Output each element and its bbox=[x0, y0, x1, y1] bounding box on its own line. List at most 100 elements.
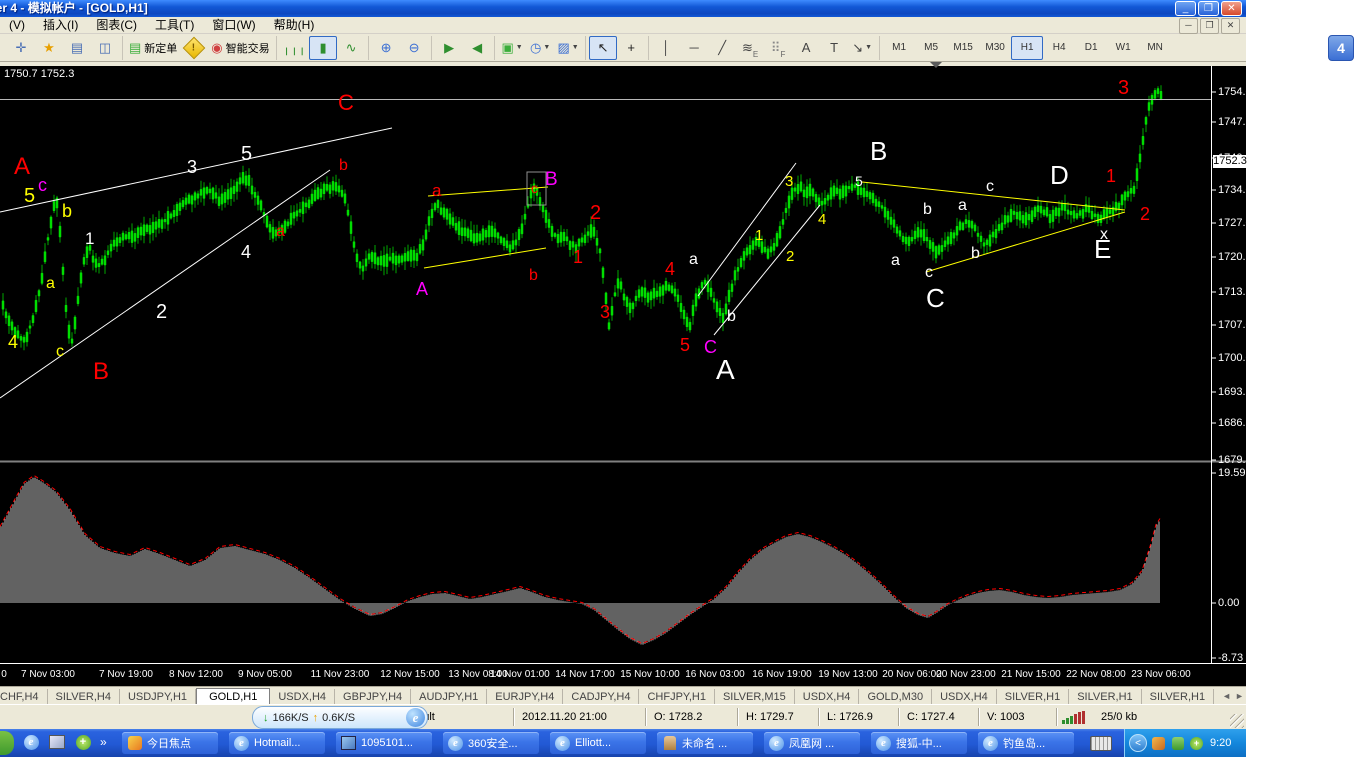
chart-top-edge bbox=[0, 62, 1246, 68]
minimize-button[interactable]: _ bbox=[1175, 1, 1196, 16]
chart-tab-eurjpy-h4[interactable]: EURJPY,H4 bbox=[487, 689, 564, 705]
line-chart-icon[interactable]: ∿ bbox=[337, 36, 365, 60]
chart-tab-cadjpy-h4[interactable]: CADJPY,H4 bbox=[563, 689, 640, 705]
desktop-badge-4[interactable]: 4 bbox=[1328, 35, 1354, 61]
profiles-icon[interactable]: ▣ ▼ bbox=[498, 36, 526, 60]
mdi-close-button[interactable]: ✕ bbox=[1221, 18, 1240, 34]
chart-shift-icon[interactable]: ◀ bbox=[463, 36, 491, 60]
chart-tab-silver-h4[interactable]: SILVER,H4 bbox=[48, 689, 120, 705]
grid-icon[interactable]: ⠿ F bbox=[764, 36, 792, 60]
timeframe-m1[interactable]: M1 bbox=[883, 36, 915, 60]
tab-scroll-right[interactable]: ► bbox=[1235, 691, 1244, 701]
chart-tab-usdx-h4[interactable]: USDX,H4 bbox=[932, 689, 997, 705]
taskbar-button-2[interactable]: 1095101... bbox=[336, 732, 432, 754]
menu-item-5[interactable]: 帮助(H) bbox=[265, 17, 324, 33]
text-label-icon[interactable]: T bbox=[820, 36, 848, 60]
market-watch-icon[interactable]: ▤ bbox=[63, 36, 91, 60]
taskbar-button-8[interactable]: e 钓鱼岛... bbox=[978, 732, 1074, 754]
show-desktop-icon[interactable] bbox=[48, 733, 66, 751]
menu-item-2[interactable]: 图表(C) bbox=[87, 17, 146, 33]
timeframe-h4[interactable]: H4 bbox=[1043, 36, 1075, 60]
resize-grip[interactable] bbox=[1230, 714, 1244, 728]
close-button[interactable]: ✕ bbox=[1221, 1, 1242, 16]
chart-tab-usdx-h4[interactable]: USDX,H4 bbox=[270, 689, 336, 705]
time-label: 20 Nov 06:00 bbox=[882, 669, 942, 680]
wave-label: b bbox=[529, 267, 538, 284]
timeframe-d1[interactable]: D1 bbox=[1075, 36, 1107, 60]
chart-tab-gold-m30[interactable]: GOLD,M30 bbox=[859, 689, 933, 705]
restore-button[interactable]: ❐ bbox=[1198, 1, 1219, 16]
taskbar-button-4[interactable]: e Elliott... bbox=[550, 732, 646, 754]
new-order-icon[interactable]: ▤ 新定单 bbox=[126, 36, 180, 60]
axis-label: 1693.5 bbox=[1218, 386, 1252, 398]
periods-icon[interactable]: ◷ ▼ bbox=[526, 36, 554, 60]
time-label: 22 Nov 08:00 bbox=[1066, 669, 1126, 680]
zoom-in-icon[interactable]: ⊕ bbox=[372, 36, 400, 60]
360-tray-icon[interactable]: + bbox=[1189, 736, 1204, 751]
crosshair-icon[interactable]: + bbox=[617, 36, 645, 60]
quicklaunch-overflow-chevron[interactable]: » bbox=[100, 735, 107, 749]
chart-tab-silver-h1[interactable]: SILVER,H1 bbox=[997, 689, 1070, 705]
timeframe-mn[interactable]: MN bbox=[1139, 36, 1171, 60]
menu-item-3[interactable]: 工具(T) bbox=[146, 17, 203, 33]
taskbar-button-7[interactable]: e 搜狐-中... bbox=[871, 732, 967, 754]
auto-scroll-icon[interactable]: ▶ bbox=[435, 36, 463, 60]
trendline-icon[interactable]: ╱ bbox=[708, 36, 736, 60]
menu-item-0[interactable]: (V) bbox=[0, 17, 34, 33]
taskbar-button-6[interactable]: e 凤凰网 ... bbox=[764, 732, 860, 754]
chart-tab-audjpy-h1[interactable]: AUDJPY,H1 bbox=[411, 689, 488, 705]
mdi-minimize-button[interactable]: ─ bbox=[1179, 18, 1198, 34]
ie-launcher-icon[interactable]: e bbox=[406, 708, 425, 727]
chart-tab-silver-h1[interactable]: SILVER,H1 bbox=[1142, 689, 1215, 705]
timeframe-h1[interactable]: H1 bbox=[1011, 35, 1044, 60]
net-speed-widget[interactable]: ↓ 166K/S ↑ 0.6K/S e bbox=[252, 706, 428, 729]
tab-scroll-left[interactable]: ◄ bbox=[1222, 691, 1231, 701]
chart-tab-usdjpy-h1[interactable]: USDJPY,H1 bbox=[120, 689, 197, 705]
zoom-out-icon[interactable]: ⊖ bbox=[400, 36, 428, 60]
keyboard-tray-icon[interactable] bbox=[1090, 736, 1112, 751]
favorites-icon[interactable]: ★ bbox=[35, 36, 63, 60]
chart-ohlc-info: 1750.7 1752.3 bbox=[4, 68, 75, 80]
timeframe-m15[interactable]: M15 bbox=[947, 36, 979, 60]
templates-icon[interactable]: ▨ ▼ bbox=[554, 36, 582, 60]
messenger-tray-icon[interactable] bbox=[1170, 736, 1185, 751]
menu-item-4[interactable]: 窗口(W) bbox=[203, 17, 264, 33]
chart-tab-chfjpy-h1[interactable]: CHFJPY,H1 bbox=[639, 689, 715, 705]
tray-clock[interactable]: 9:20 bbox=[1210, 737, 1231, 749]
bar-chart-icon[interactable]: ╷╷╷ bbox=[280, 36, 309, 60]
timeframe-w1[interactable]: W1 bbox=[1107, 36, 1139, 60]
chart-tab-silver-m15[interactable]: SILVER,M15 bbox=[715, 689, 795, 705]
chart-tab-chf-h4[interactable]: CHF,H4 bbox=[0, 689, 48, 705]
pan-icon[interactable]: ✛ bbox=[7, 36, 35, 60]
vertical-line-icon[interactable]: │ bbox=[652, 36, 680, 60]
qq-contacts-tray-icon[interactable] bbox=[1151, 736, 1166, 751]
fibonacci-icon[interactable]: ≋ E bbox=[736, 36, 764, 60]
menu-item-1[interactable]: 插入(I) bbox=[34, 17, 87, 33]
cursor-icon[interactable]: ↖ bbox=[589, 35, 618, 60]
text-icon[interactable]: A bbox=[792, 36, 820, 60]
chart-tabs-bar: CHF,H4 SILVER,H4 USDJPY,H1 GOLD,H1 USDX,H4 GB… bbox=[0, 686, 1246, 705]
taskbar-button-1[interactable]: e Hotmail... bbox=[229, 732, 325, 754]
axis-label: -8.73 bbox=[1218, 652, 1244, 664]
chart-tab-gold-h1[interactable]: GOLD,H1 bbox=[196, 688, 271, 705]
taskbar-button-3[interactable]: e 360安全... bbox=[443, 732, 539, 754]
ie-quicklaunch-icon[interactable]: e bbox=[22, 733, 40, 751]
timeframe-m5[interactable]: M5 bbox=[915, 36, 947, 60]
timeframe-m30[interactable]: M30 bbox=[979, 36, 1011, 60]
360-quicklaunch-icon[interactable]: + bbox=[74, 733, 92, 751]
candlestick-icon[interactable]: ▮ bbox=[309, 35, 338, 60]
chart-tab-usdx-h4[interactable]: USDX,H4 bbox=[795, 689, 860, 705]
arrows-icon[interactable]: ↘ ▼ bbox=[848, 36, 876, 60]
start-button-fragment[interactable] bbox=[0, 731, 14, 755]
data-window-icon[interactable]: ◫ bbox=[91, 36, 119, 60]
tray-collapse-chevron[interactable]: < bbox=[1129, 734, 1147, 752]
chart-tab-gbpjpy-h4[interactable]: GBPJPY,H4 bbox=[335, 689, 412, 705]
horizontal-line-icon[interactable]: ─ bbox=[680, 36, 708, 60]
taskbar-button-5[interactable]: 未命名 ... bbox=[657, 732, 753, 754]
chart-tab-silver-h1[interactable]: SILVER,H1 bbox=[1069, 689, 1142, 705]
alert-icon[interactable]: ! bbox=[180, 36, 208, 60]
wave-label: b bbox=[923, 201, 932, 218]
taskbar-button-0[interactable]: 今日焦点 bbox=[122, 732, 218, 754]
expert-advisor-icon[interactable]: ◉ 智能交易 bbox=[208, 36, 272, 60]
mdi-restore-button[interactable]: ❐ bbox=[1200, 18, 1219, 34]
